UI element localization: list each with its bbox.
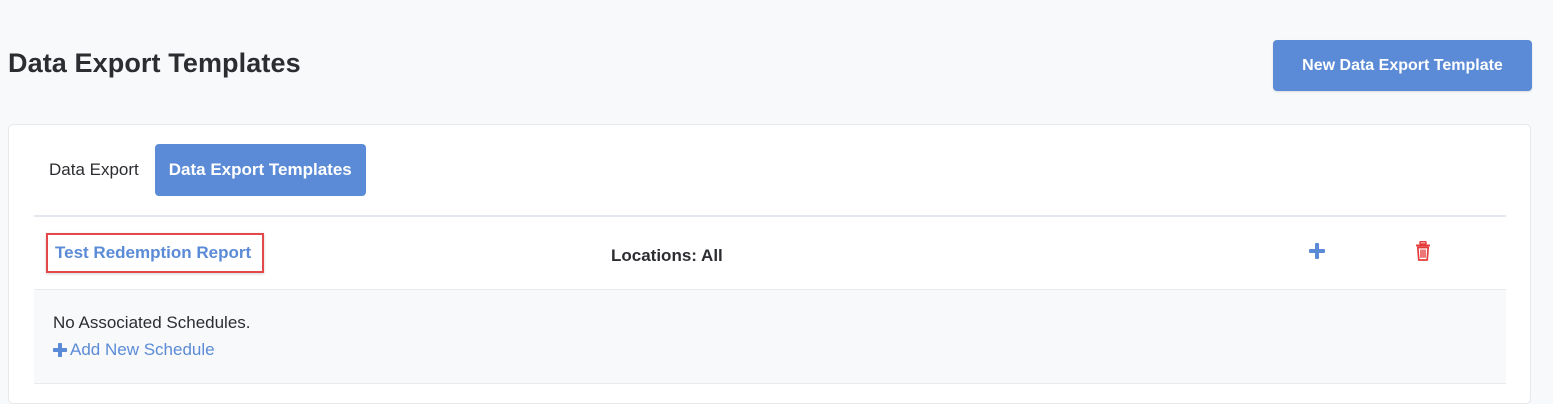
schedules-panel: No Associated Schedules. Add New Schedul…	[34, 290, 1506, 384]
plus-icon[interactable]	[1308, 242, 1326, 260]
trash-icon[interactable]	[1415, 241, 1431, 261]
add-new-schedule-label: Add New Schedule	[70, 340, 215, 359]
tab-data-export-templates[interactable]: Data Export Templates	[154, 144, 366, 196]
new-data-export-template-button[interactable]: New Data Export Template	[1273, 40, 1532, 91]
tab-bar: Data Export Data Export Templates	[35, 144, 366, 196]
plus-icon	[53, 343, 67, 357]
page-title: Data Export Templates	[8, 48, 301, 78]
templates-card: Data Export Data Export Templates Test R…	[8, 124, 1531, 404]
no-schedules-text: No Associated Schedules.	[53, 313, 251, 332]
tab-data-export[interactable]: Data Export	[35, 144, 153, 196]
add-new-schedule-link[interactable]: Add New Schedule	[53, 340, 215, 360]
template-name-link[interactable]: Test Redemption Report	[46, 233, 264, 273]
template-locations: Locations: All	[611, 246, 723, 265]
template-row: Test Redemption Report Locations: All	[34, 217, 1506, 290]
